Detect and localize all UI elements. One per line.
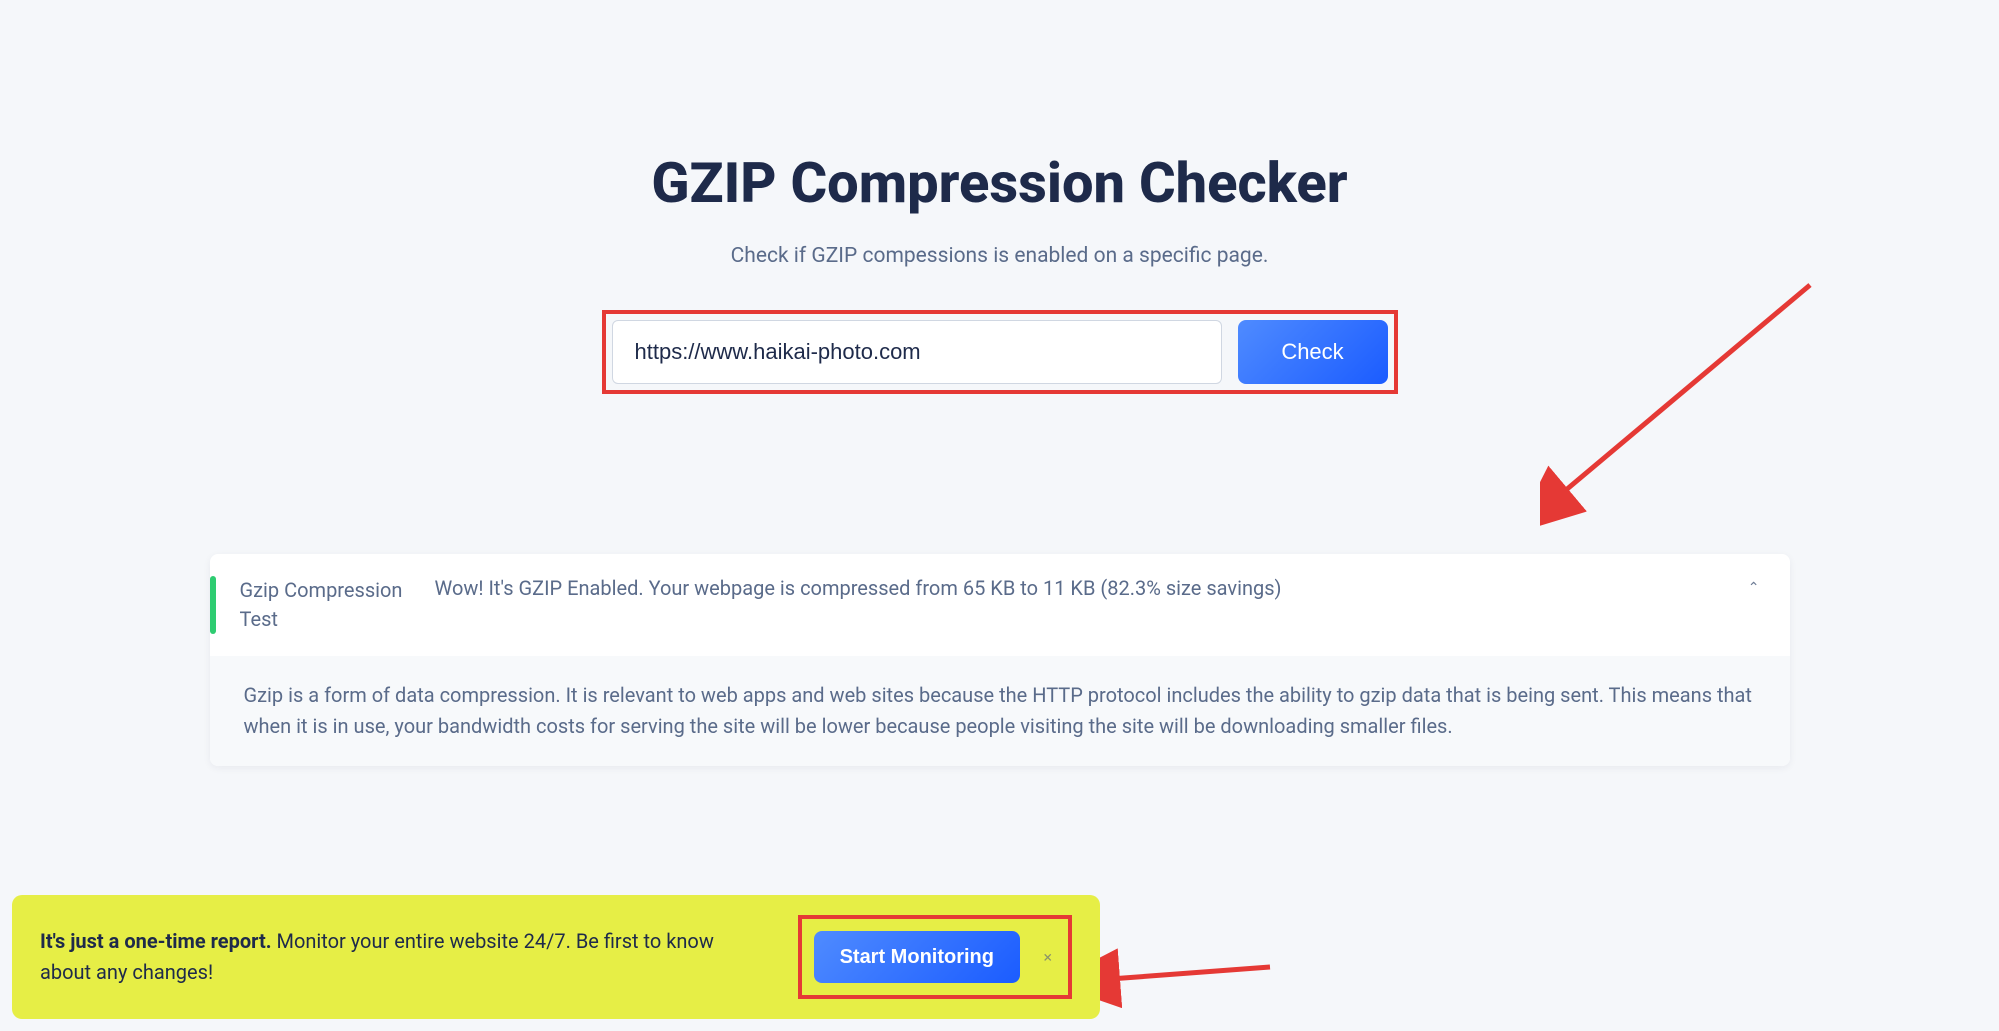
result-header[interactable]: Gzip Compression Test Wow! It's GZIP Ena… <box>210 554 1790 656</box>
annotation-arrow-2 <box>1100 937 1280 1017</box>
url-input[interactable] <box>612 320 1222 384</box>
test-result-message: Wow! It's GZIP Enabled. Your webpage is … <box>435 576 1756 600</box>
upsell-banner: It's just a one-time report. Monitor you… <box>12 895 1100 1019</box>
search-row-annotation: Check <box>602 310 1398 394</box>
page-title: GZIP Compression Checker <box>0 150 1999 216</box>
check-button[interactable]: Check <box>1238 320 1388 384</box>
page-subtitle: Check if GZIP compessions is enabled on … <box>0 244 1999 268</box>
test-name: Gzip Compression Test <box>240 576 435 634</box>
annotation-arrow-1 <box>1540 275 1820 535</box>
result-description: Gzip is a form of data compression. It i… <box>210 656 1790 766</box>
banner-text: It's just a one-time report. Monitor you… <box>40 926 798 988</box>
result-card: Gzip Compression Test Wow! It's GZIP Ena… <box>210 554 1790 766</box>
banner-cta-annotation: Start Monitoring × <box>798 915 1072 999</box>
banner-text-bold: It's just a one-time report. <box>40 929 272 953</box>
chevron-up-icon[interactable]: ⌃ <box>1748 580 1760 596</box>
close-icon[interactable]: × <box>1043 948 1052 967</box>
status-bar-pass <box>210 576 216 634</box>
start-monitoring-button[interactable]: Start Monitoring <box>814 931 1020 983</box>
